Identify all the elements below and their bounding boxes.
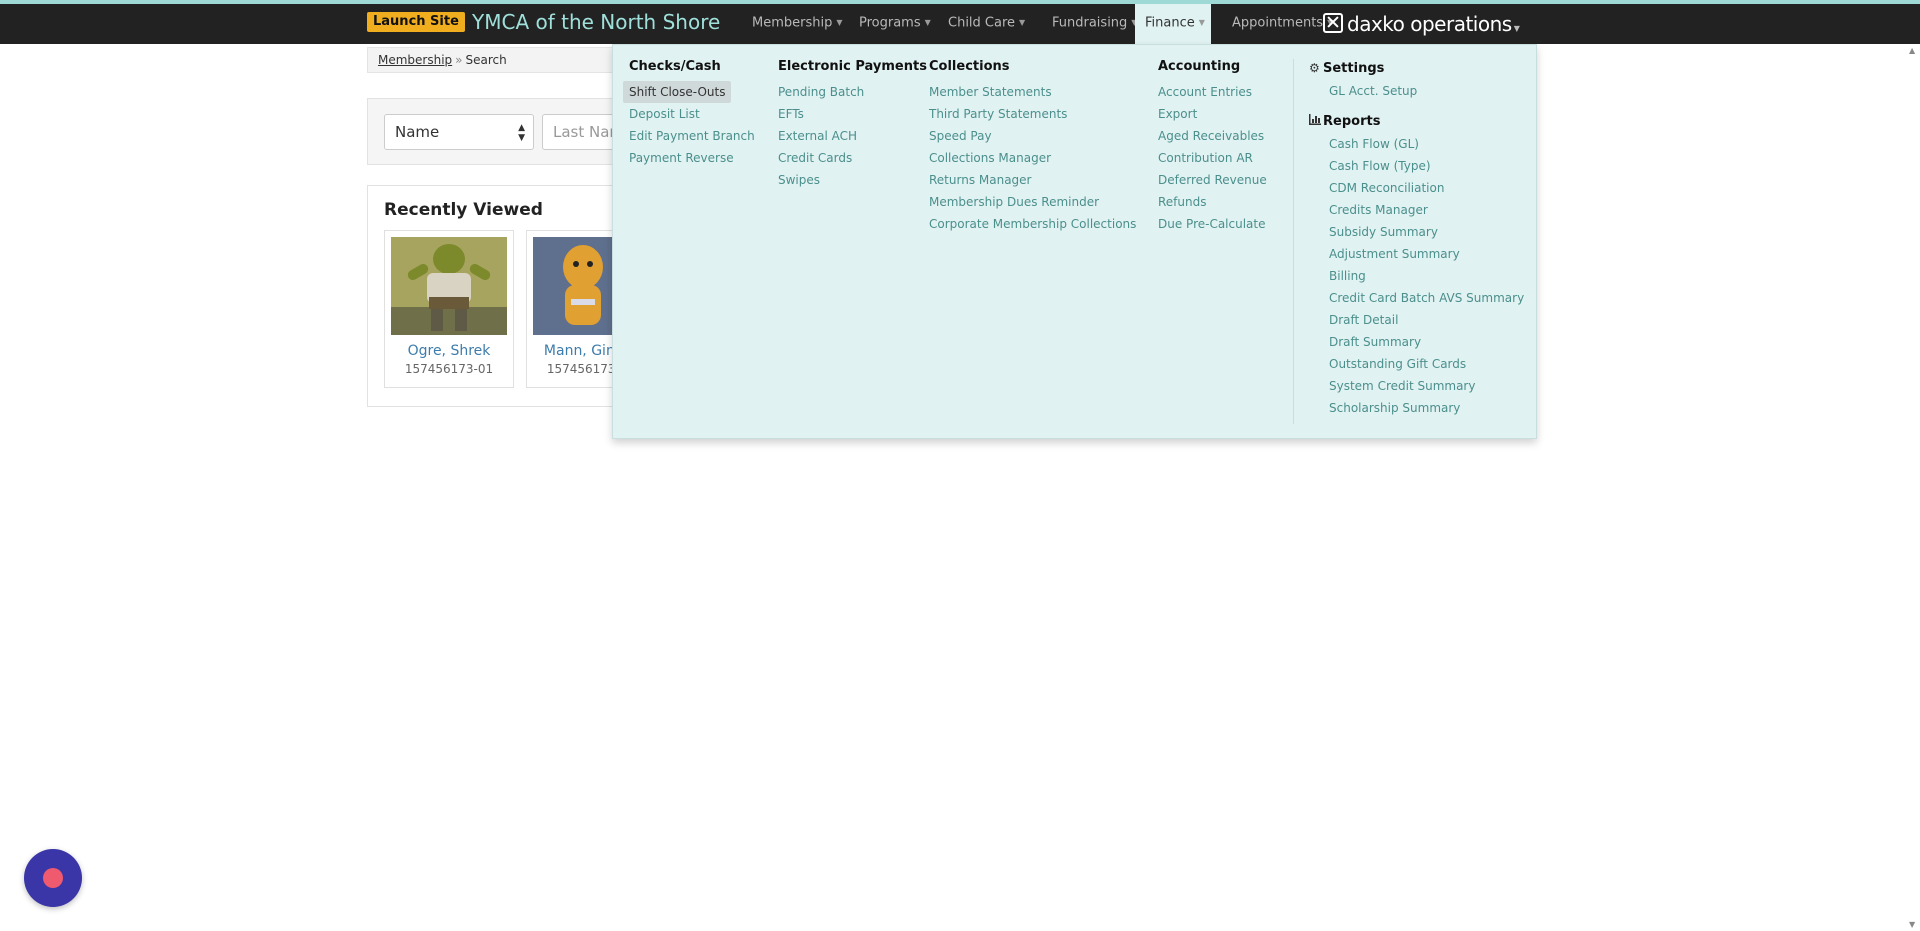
reports-heading-label: Reports [1323,114,1381,129]
nav-label: Programs [859,15,921,31]
daxko-logo-icon [1323,13,1343,33]
draft-detail-link[interactable]: Draft Detail [1309,309,1524,331]
cdm-reconciliation-link[interactable]: CDM Reconciliation [1309,177,1524,199]
chat-icon [43,868,63,888]
scroll-up-arrow-icon[interactable]: ▲ [1909,46,1915,55]
checks-cash-column: Checks/Cash Shift Close-Outs Deposit Lis… [623,59,755,169]
returns-manager-link[interactable]: Returns Manager [929,169,1136,191]
cash-flow-gl-link[interactable]: Cash Flow (GL) [1309,133,1524,155]
nav-finance[interactable]: Finance ▼ [1135,4,1211,44]
navbar-inner: Launch Site YMCA of the North Shore Memb… [367,4,1536,44]
payment-reverse-link[interactable]: Payment Reverse [629,147,755,169]
logo-text: daxko operations [1347,12,1512,36]
credit-cards-link[interactable]: Credit Cards [778,147,927,169]
pending-batch-link[interactable]: Pending Batch [778,81,927,103]
breadcrumb-membership-link[interactable]: Membership [378,53,452,67]
external-ach-link[interactable]: External ACH [778,125,927,147]
select-value: Name [395,123,440,141]
outstanding-gift-cards-link[interactable]: Outstanding Gift Cards [1309,353,1524,375]
third-party-statements-link[interactable]: Third Party Statements [929,103,1136,125]
edit-payment-branch-link[interactable]: Edit Payment Branch [629,125,755,147]
cash-flow-type-link[interactable]: Cash Flow (Type) [1309,155,1524,177]
gl-acct-setup-link[interactable]: GL Acct. Setup [1309,80,1524,102]
refunds-link[interactable]: Refunds [1158,191,1267,213]
collections-manager-link[interactable]: Collections Manager [929,147,1136,169]
member-name: Ogre, Shrek [407,343,491,359]
breadcrumb-current: Search [465,53,507,67]
chat-launcher-button[interactable] [24,849,82,907]
speed-pay-link[interactable]: Speed Pay [929,125,1136,147]
finance-dropdown-menu: Checks/Cash Shift Close-Outs Deposit Lis… [612,44,1537,439]
membership-dues-reminder-link[interactable]: Membership Dues Reminder [929,191,1136,213]
member-statements-link[interactable]: Member Statements [929,81,1136,103]
search-field-select[interactable]: Name ▲ ▼ [384,114,534,150]
settings-heading: ⚙ Settings [1309,59,1524,77]
breadcrumb-separator: » [455,53,463,67]
settings-reports-column: ⚙ Settings GL Acct. Setup Reports Cash Fl… [1309,59,1524,419]
efts-link[interactable]: EFTs [778,103,927,125]
bar-chart-icon [1309,112,1323,130]
nav-label: Child Care [948,15,1016,31]
gear-icon: ⚙ [1309,61,1320,75]
deposit-list-link[interactable]: Deposit List [629,103,755,125]
accounting-heading: Accounting [1158,59,1241,74]
caret-down-icon: ▼ [1513,24,1520,33]
account-entries-link[interactable]: Account Entries [1158,81,1267,103]
reports-heading: Reports [1309,112,1524,130]
contribution-ar-link[interactable]: Contribution AR [1158,147,1267,169]
page-scrollbar[interactable]: ▲ ▼ [1907,44,1920,931]
swipes-link[interactable]: Swipes [778,169,927,191]
nav-fundraising[interactable]: Fundraising▼ [1042,4,1147,44]
recent-member-card[interactable]: Ogre, Shrek 157456173-01 [384,230,514,388]
caret-down-icon: ▼ [924,18,931,27]
accounting-column: Accounting Account Entries Export Aged R… [1158,59,1267,235]
nav-programs[interactable]: Programs ▼ [849,4,941,44]
nav-label: Fundraising [1052,15,1128,31]
brand-title[interactable]: YMCA of the North Shore [472,10,720,34]
select-arrows-icon: ▲ ▼ [518,123,525,143]
draft-summary-link[interactable]: Draft Summary [1309,331,1524,353]
electronic-payments-heading: Electronic Payments [778,59,927,74]
settings-heading-label: Settings [1323,61,1385,76]
nav-child-care[interactable]: Child Care ▼ [938,4,1035,44]
adjustment-summary-link[interactable]: Adjustment Summary [1309,243,1524,265]
recently-viewed-title: Recently Viewed [384,200,543,220]
launch-site-button[interactable]: Launch Site [367,12,465,32]
corporate-membership-collections-link[interactable]: Corporate Membership Collections [929,213,1136,235]
scroll-down-arrow-icon[interactable]: ▼ [1909,920,1915,929]
nav-label: Appointments [1232,15,1324,31]
aged-receivables-link[interactable]: Aged Receivables [1158,125,1267,147]
export-link[interactable]: Export [1158,103,1267,125]
top-navbar: Launch Site YMCA of the North Shore Memb… [0,4,1920,44]
shift-close-outs-link[interactable]: Shift Close-Outs [623,81,732,103]
nav-label: Membership [752,15,833,31]
daxko-operations-logo[interactable]: daxko operations ▼ [1323,10,1520,38]
system-credit-summary-link[interactable]: System Credit Summary [1309,375,1524,397]
due-pre-calculate-link[interactable]: Due Pre-Calculate [1158,213,1267,235]
member-number: 157456173-01 [404,362,494,376]
subsidy-summary-link[interactable]: Subsidy Summary [1309,221,1524,243]
nav-label: Finance [1145,15,1195,31]
credit-card-batch-avs-summary-link[interactable]: Credit Card Batch AVS Summary [1309,287,1524,309]
menu-divider [1293,59,1294,424]
electronic-payments-column: Electronic Payments Pending Batch EFTs E… [778,59,927,191]
caret-down-icon: ▼ [1019,18,1026,27]
credits-manager-link[interactable]: Credits Manager [1309,199,1524,221]
scholarship-summary-link[interactable]: Scholarship Summary [1309,397,1524,419]
deferred-revenue-link[interactable]: Deferred Revenue [1158,169,1267,191]
member-photo [391,237,507,335]
caret-down-icon: ▼ [1198,18,1205,27]
billing-link[interactable]: Billing [1309,265,1524,287]
checks-cash-heading: Checks/Cash [629,59,721,74]
nav-membership[interactable]: Membership ▼ [742,4,853,44]
collections-column: Collections Member Statements Third Part… [929,59,1136,235]
caret-down-icon: ▼ [836,18,843,27]
collections-heading: Collections [929,59,1010,74]
